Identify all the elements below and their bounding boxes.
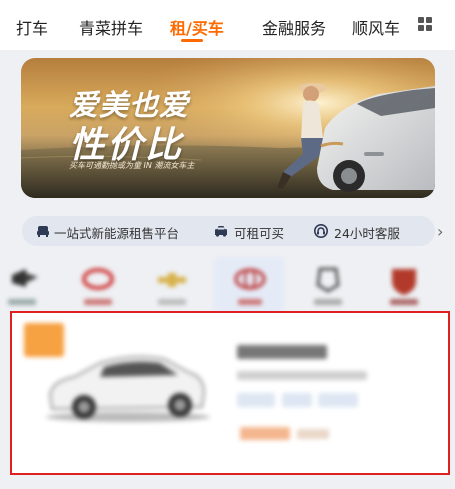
listing-chip-3: [318, 393, 358, 407]
listing-chip-2: [282, 393, 312, 407]
brand-logo-1[interactable]: [6, 263, 50, 315]
listing-price: [240, 427, 290, 440]
car-listing-card[interactable]: [10, 311, 450, 475]
brand-logo-3[interactable]: [150, 263, 194, 315]
brand-selector: [0, 257, 455, 315]
listing-chip-1: [237, 393, 275, 407]
brand-logo-6[interactable]: [382, 263, 426, 315]
tab-hitch[interactable]: 顺风车: [352, 15, 400, 39]
car-icon: [215, 226, 227, 237]
chevron-right-icon[interactable]: ›: [437, 222, 443, 241]
tab-taxi[interactable]: 打车: [16, 15, 48, 39]
car-thumbnail: [46, 355, 210, 422]
listing-content: [12, 313, 448, 473]
listing-title: [237, 345, 327, 359]
feature-rent-buy: 可租可买: [234, 226, 285, 241]
features-bar[interactable]: 一站式新能源租售平台 可租可买 24小时客服 ›: [22, 216, 443, 246]
brand-logo-4[interactable]: [228, 263, 272, 315]
listing-price-unit: [297, 429, 329, 439]
feature-support: 24小时客服: [334, 226, 400, 241]
feature-platform: 一站式新能源租售平台: [54, 226, 180, 241]
tab-finance[interactable]: 金融服务: [262, 15, 326, 39]
top-nav-bar: 打车 青菜拼车 租/买车 金融服务 顺风车: [0, 0, 455, 51]
tab-carpool[interactable]: 青菜拼车: [79, 15, 143, 39]
listing-subtitle: [237, 371, 367, 380]
brand-logo-5[interactable]: [306, 263, 350, 315]
promo-banner[interactable]: 爱美也爱 性价比 买车可通勤抛或为童 IN 潮流女车主: [21, 58, 435, 198]
sofa-icon: [37, 226, 49, 237]
tab-rent-buy[interactable]: 租/买车: [170, 15, 224, 39]
active-tab-indicator: [181, 39, 203, 42]
nav-tabs: 打车 青菜拼车 租/买车 金融服务 顺风车: [0, 0, 410, 50]
grid-icon[interactable]: [418, 17, 432, 31]
brand-logo-2[interactable]: [76, 263, 120, 315]
headset-icon: [314, 224, 328, 238]
banner-subtitle: 买车可通勤抛或为童 IN 潮流女车主: [69, 161, 195, 170]
